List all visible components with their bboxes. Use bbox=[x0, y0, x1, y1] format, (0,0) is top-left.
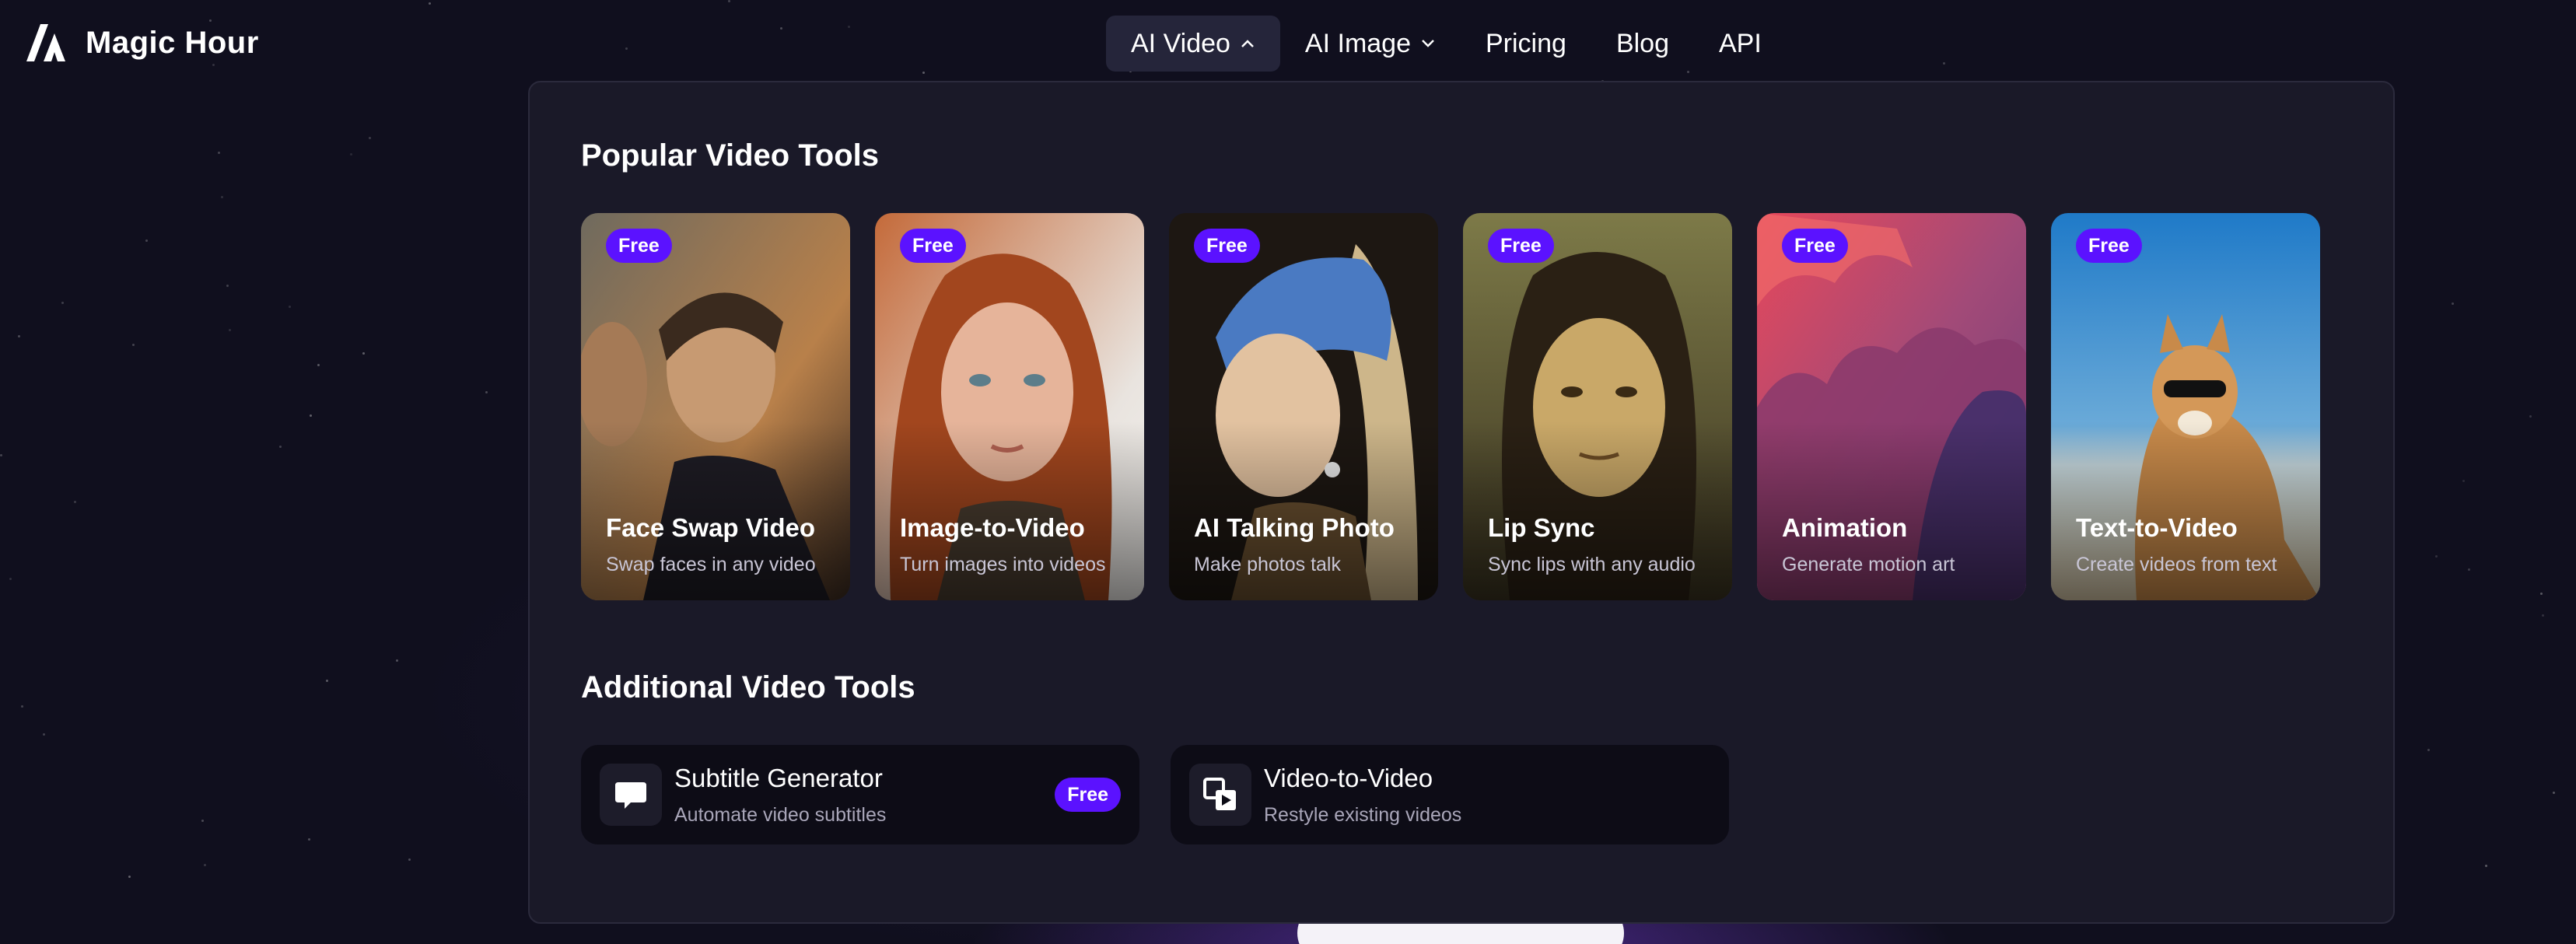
star bbox=[780, 27, 782, 30]
star bbox=[408, 858, 411, 861]
nav-item-ai-video[interactable]: AI Video bbox=[1106, 16, 1280, 72]
star bbox=[2485, 865, 2487, 867]
star bbox=[43, 733, 45, 736]
brand-name: Magic Hour bbox=[86, 25, 259, 60]
star bbox=[2540, 593, 2543, 595]
nav-item-ai-image[interactable]: AI Image bbox=[1280, 16, 1461, 72]
free-badge: Free bbox=[900, 229, 966, 263]
nav-label: Blog bbox=[1615, 28, 1669, 58]
star bbox=[326, 680, 328, 682]
star bbox=[2435, 555, 2438, 558]
tool-card-animation[interactable]: Free Animation Generate motion art bbox=[1757, 213, 2026, 600]
chevron-up-icon bbox=[1241, 40, 1254, 47]
speech-bubble-icon bbox=[600, 764, 662, 826]
nav-item-api[interactable]: API bbox=[1694, 16, 1787, 72]
nav-label: API bbox=[1719, 28, 1762, 58]
nav-item-blog[interactable]: Blog bbox=[1591, 16, 1694, 72]
tool-subtitle: Restyle existing videos bbox=[1264, 804, 1462, 826]
star bbox=[0, 454, 2, 456]
star bbox=[61, 302, 64, 304]
star bbox=[145, 239, 148, 242]
star bbox=[369, 137, 371, 139]
star bbox=[429, 2, 431, 5]
ai-video-dropdown: Popular Video Tools Free Face Swap Video… bbox=[528, 81, 2395, 924]
star bbox=[922, 72, 925, 74]
star bbox=[310, 414, 312, 417]
free-badge: Free bbox=[606, 229, 672, 263]
nav-label: Pricing bbox=[1486, 28, 1566, 58]
star bbox=[18, 335, 20, 337]
star bbox=[226, 285, 229, 287]
tool-video-to-video[interactable]: Video-to-Video Restyle existing videos bbox=[1171, 745, 1729, 844]
star bbox=[74, 501, 76, 503]
card-subtitle: Sync lips with any audio bbox=[1488, 554, 1696, 575]
chevron-down-icon bbox=[1422, 40, 1434, 47]
card-title: Lip Sync bbox=[1488, 513, 1595, 542]
tool-card-face-swap-video[interactable]: Free Face Swap Video Swap faces in any v… bbox=[581, 213, 850, 600]
star bbox=[728, 0, 730, 2]
star bbox=[2427, 749, 2430, 751]
tool-card-image-to-video[interactable]: Free Image-to-Video Turn images into vid… bbox=[875, 213, 1144, 600]
star bbox=[2468, 568, 2470, 571]
tool-title: Video-to-Video bbox=[1264, 764, 1433, 792]
star bbox=[221, 196, 223, 198]
star bbox=[289, 306, 291, 308]
nav-label: AI Video bbox=[1131, 28, 1230, 58]
star bbox=[21, 705, 23, 708]
card-title: Text-to-Video bbox=[2076, 513, 2238, 542]
star bbox=[2462, 480, 2465, 482]
star bbox=[2452, 302, 2454, 305]
star bbox=[128, 876, 131, 878]
free-badge: Free bbox=[1782, 229, 1848, 263]
card-subtitle: Create videos from text bbox=[2076, 554, 2277, 575]
star bbox=[2542, 614, 2544, 617]
star bbox=[229, 329, 231, 331]
star bbox=[317, 364, 320, 366]
star bbox=[308, 838, 310, 841]
tool-card-lip-sync[interactable]: Free Lip Sync Sync lips with any audio bbox=[1463, 213, 1732, 600]
star bbox=[132, 344, 135, 346]
card-subtitle: Turn images into videos bbox=[900, 554, 1106, 575]
star bbox=[2529, 415, 2532, 418]
card-subtitle: Swap faces in any video bbox=[606, 554, 816, 575]
star bbox=[279, 446, 282, 448]
main-nav: AI Video AI Image Pricing Blog API bbox=[1106, 16, 1787, 72]
nav-item-pricing[interactable]: Pricing bbox=[1461, 16, 1591, 72]
additional-tools-heading: Additional Video Tools bbox=[581, 670, 915, 705]
free-badge: Free bbox=[1055, 778, 1121, 812]
card-subtitle: Generate motion art bbox=[1782, 554, 1955, 575]
star bbox=[396, 659, 398, 662]
star bbox=[9, 578, 12, 580]
star bbox=[362, 352, 365, 355]
star bbox=[201, 820, 204, 822]
nav-label: AI Image bbox=[1304, 28, 1411, 58]
card-subtitle: Make photos talk bbox=[1194, 554, 1341, 575]
card-title: Image-to-Video bbox=[900, 513, 1085, 542]
card-title: Animation bbox=[1782, 513, 1908, 542]
free-badge: Free bbox=[1488, 229, 1554, 263]
tool-subtitle: Automate video subtitles bbox=[674, 804, 887, 826]
free-badge: Free bbox=[1194, 229, 1260, 263]
tool-title: Subtitle Generator bbox=[674, 764, 883, 792]
free-badge: Free bbox=[2076, 229, 2142, 263]
card-title: Face Swap Video bbox=[606, 513, 815, 542]
star bbox=[625, 47, 628, 50]
star bbox=[218, 152, 220, 154]
star bbox=[848, 26, 850, 28]
tool-subtitle-generator[interactable]: Subtitle Generator Automate video subtit… bbox=[581, 745, 1139, 844]
tool-card-ai-talking-photo[interactable]: Free AI Talking Photo Make photos talk bbox=[1169, 213, 1438, 600]
popular-tools-heading: Popular Video Tools bbox=[581, 138, 880, 173]
tool-card-text-to-video[interactable]: Free Text-to-Video Create videos from te… bbox=[2051, 213, 2320, 600]
star bbox=[2553, 792, 2555, 794]
star bbox=[350, 153, 352, 156]
card-title: AI Talking Photo bbox=[1194, 513, 1395, 542]
video-convert-icon bbox=[1189, 764, 1251, 826]
star bbox=[1943, 62, 1945, 65]
magic-hour-logo-icon bbox=[26, 24, 65, 61]
star bbox=[204, 864, 206, 866]
brand-logo[interactable]: Magic Hour bbox=[25, 19, 259, 67]
star bbox=[485, 391, 488, 393]
